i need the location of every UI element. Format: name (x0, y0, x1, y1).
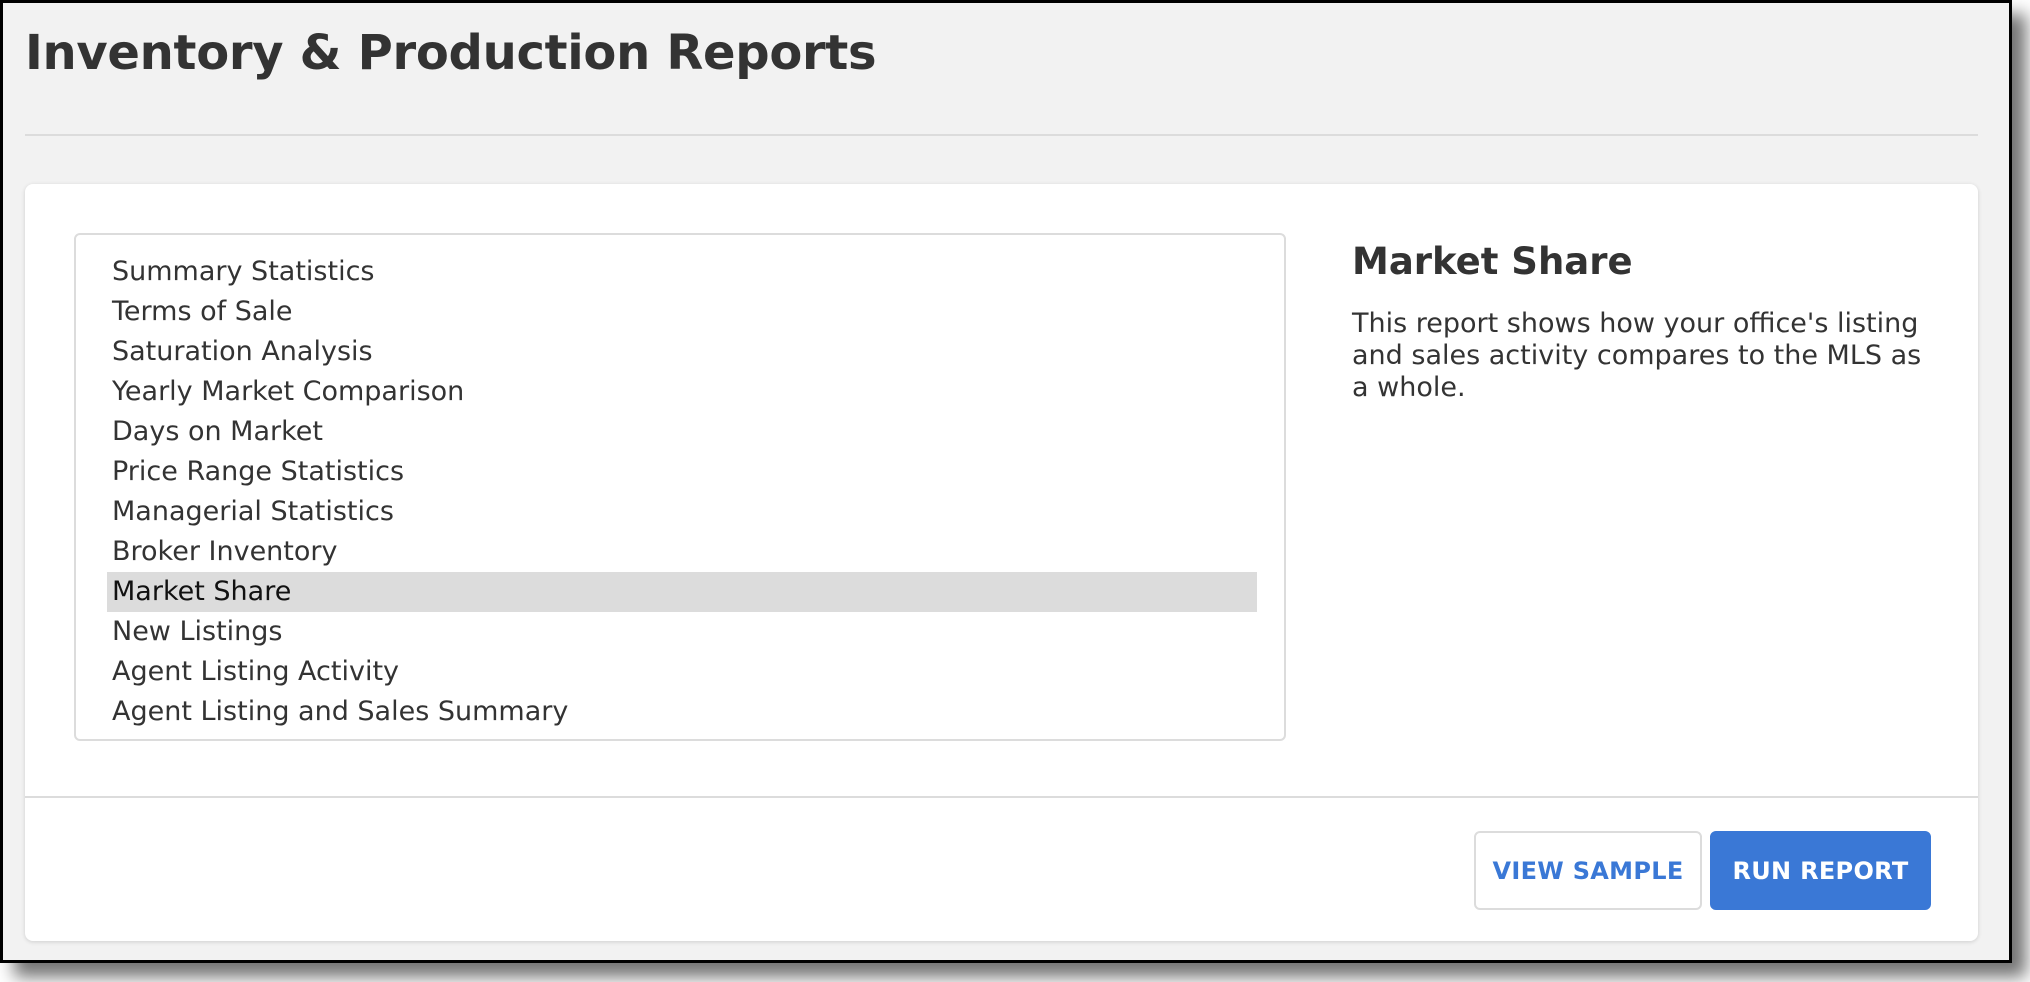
report-item-agent-listing-and-sales-summary[interactable]: Agent Listing and Sales Summary (107, 692, 1257, 732)
footer-divider (25, 796, 1978, 798)
title-divider (25, 134, 1978, 136)
report-item-price-range-statistics[interactable]: Price Range Statistics (107, 452, 1257, 492)
report-item-broker-inventory[interactable]: Broker Inventory (107, 532, 1257, 572)
view-sample-button[interactable]: VIEW SAMPLE (1474, 831, 1702, 910)
report-item-summary-statistics[interactable]: Summary Statistics (107, 252, 1257, 292)
report-item-new-listings[interactable]: New Listings (107, 612, 1257, 652)
run-report-button[interactable]: RUN REPORT (1710, 831, 1931, 910)
report-detail-panel: Market Share This report shows how your … (1352, 234, 1932, 404)
app-window: Inventory & Production Reports Summary S… (0, 0, 2012, 963)
report-list[interactable]: Summary Statistics Terms of Sale Saturat… (74, 233, 1286, 741)
page-title: Inventory & Production Reports (25, 25, 877, 81)
report-item-agent-listing-activity[interactable]: Agent Listing Activity (107, 652, 1257, 692)
report-card: Summary Statistics Terms of Sale Saturat… (25, 184, 1978, 941)
report-detail-title: Market Share (1352, 240, 1633, 283)
report-item-terms-of-sale[interactable]: Terms of Sale (107, 292, 1257, 332)
report-item-saturation-analysis[interactable]: Saturation Analysis (107, 332, 1257, 372)
report-item-days-on-market[interactable]: Days on Market (107, 412, 1257, 452)
report-detail-description: This report shows how your office's list… (1352, 308, 1922, 403)
report-item-market-share[interactable]: Market Share (107, 572, 1257, 612)
report-item-yearly-market-comparison[interactable]: Yearly Market Comparison (107, 372, 1257, 412)
report-item-managerial-statistics[interactable]: Managerial Statistics (107, 492, 1257, 532)
